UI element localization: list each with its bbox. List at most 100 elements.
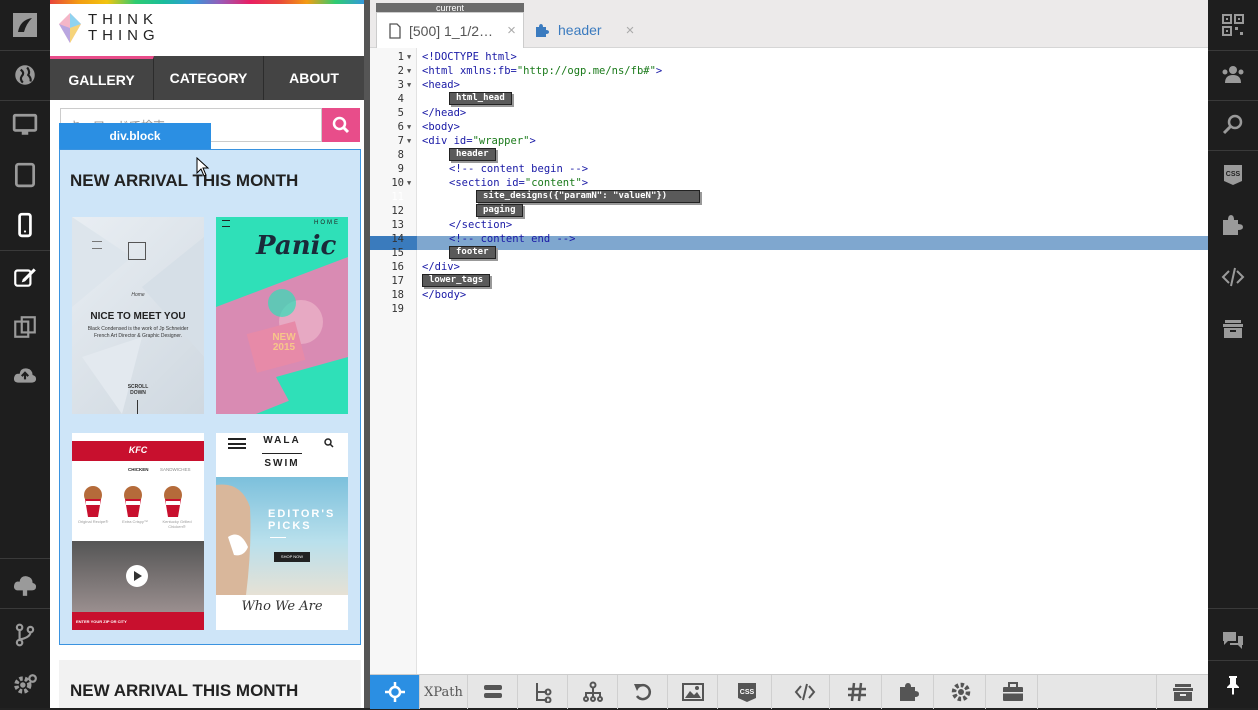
- search-icon: [332, 116, 350, 134]
- line-number[interactable]: 12: [370, 204, 404, 218]
- tab-header-close-icon[interactable]: ×: [626, 22, 635, 39]
- card-4-search-icon: [324, 438, 334, 448]
- line-number[interactable]: 19: [370, 302, 404, 316]
- code-line-6[interactable]: <body>: [370, 120, 1208, 134]
- gallery-card-4[interactable]: WALA SWIM EDITOR'S PICKS SHOP NOW Who We…: [216, 433, 348, 630]
- tablet-icon[interactable]: [0, 150, 50, 200]
- desktop-icon[interactable]: [0, 100, 50, 150]
- briefcase-icon[interactable]: [988, 675, 1038, 709]
- site-search-button[interactable]: [322, 108, 360, 142]
- code-line-13[interactable]: </section>: [370, 218, 1208, 232]
- sitemap-icon[interactable]: [568, 675, 618, 709]
- gallery-card-1[interactable]: Home NICE TO MEET YOU Black Condensed is…: [72, 217, 204, 414]
- code-line-10[interactable]: <section id="content">: [370, 176, 1208, 190]
- image-icon[interactable]: [668, 675, 718, 709]
- card-3-item-3: Kentucky Grilled Chicken®: [162, 519, 192, 529]
- nav-gallery[interactable]: GALLERY: [50, 56, 154, 100]
- pin-icon[interactable]: [1208, 660, 1258, 710]
- code-line-5[interactable]: </head>: [370, 106, 1208, 120]
- play-icon[interactable]: [126, 565, 148, 587]
- css-file-icon[interactable]: CSS: [1208, 150, 1258, 200]
- nav-category[interactable]: CATEGORY: [154, 56, 264, 100]
- branch-icon[interactable]: [0, 610, 50, 660]
- code-text: <!DOCTYPE html>: [422, 51, 517, 63]
- gallery-card-3[interactable]: KFC CHICKEN SANDWICHES Original Recipe® …: [72, 433, 204, 630]
- code-line-14[interactable]: <!-- content end -->: [370, 232, 1208, 246]
- tab-current-file[interactable]: [500] 1_1/2… ×: [376, 12, 524, 48]
- chat-icon[interactable]: [1208, 615, 1258, 665]
- pill-paging[interactable]: paging: [476, 204, 523, 217]
- section-title: NEW ARRIVAL THIS MONTH: [70, 171, 299, 190]
- code-icon[interactable]: [780, 675, 830, 709]
- hash-icon[interactable]: [832, 675, 882, 709]
- card-4-shop-button[interactable]: SHOP NOW: [274, 552, 310, 562]
- code-line-7[interactable]: <div id="wrapper">: [370, 134, 1208, 148]
- line-number[interactable]: 17: [370, 274, 404, 288]
- site-logo[interactable]: THINK THING: [58, 12, 160, 44]
- pill-footer[interactable]: footer: [449, 246, 496, 259]
- card-3-video[interactable]: [72, 541, 204, 612]
- right-sidebar: CSS: [1208, 0, 1258, 708]
- puzzle-icon[interactable]: [884, 675, 934, 709]
- card-4-model: [216, 484, 251, 595]
- card-3-tab-1: CHICKEN: [128, 467, 149, 472]
- code-tag: <div: [422, 135, 454, 147]
- code-line-18[interactable]: </body>: [370, 288, 1208, 302]
- logo-icon[interactable]: [0, 0, 50, 50]
- css-icon[interactable]: CSS: [722, 675, 772, 709]
- code-string: "content": [524, 177, 582, 189]
- tree-icon[interactable]: [518, 675, 568, 709]
- stack-icon[interactable]: [468, 675, 518, 709]
- code-line-9[interactable]: <!-- content begin -->: [370, 162, 1208, 176]
- editor-tabs: current [500] 1_1/2… × header ×: [370, 0, 1208, 48]
- edit-icon[interactable]: [0, 252, 50, 302]
- code-line-1[interactable]: <!DOCTYPE html>: [370, 50, 1208, 64]
- code-icon[interactable]: [1208, 252, 1258, 302]
- users-icon[interactable]: [1208, 50, 1258, 100]
- globe-icon[interactable]: [0, 50, 50, 100]
- undo-icon[interactable]: [618, 675, 668, 709]
- mobile-icon[interactable]: [0, 200, 50, 250]
- tab-header[interactable]: header ×: [534, 12, 634, 48]
- card-4-hero[interactable]: EDITOR'S PICKS SHOP NOW: [216, 477, 348, 595]
- code-line-16[interactable]: </div>: [370, 260, 1208, 274]
- copy-icon[interactable]: [0, 302, 50, 352]
- code-line-3[interactable]: <head>: [370, 78, 1208, 92]
- tab-current-label: [500] 1_1/2…: [409, 22, 494, 39]
- gallery-card-2[interactable]: HOME Panic NEW 2015: [216, 217, 348, 414]
- line-number[interactable]: 8: [370, 148, 404, 162]
- move-icon[interactable]: [370, 675, 420, 709]
- line-number-row: 8: [370, 148, 1208, 162]
- nav-about[interactable]: ABOUT: [264, 56, 364, 100]
- gear-icon[interactable]: [936, 675, 986, 709]
- code-line-2[interactable]: <html xmlns:fb="http://ogp.me/ns/fb#">: [370, 64, 1208, 78]
- archive-icon[interactable]: [1208, 304, 1258, 354]
- code-editor[interactable]: 1 ▼ 2 ▼ 3 ▼ 4 5 6 ▼ 7 ▼ 8 9 10 ▼ 11 12 13 14 15 16 17 18 19 <!DO…: [370, 48, 1208, 674]
- block-tag-label[interactable]: div.block: [59, 123, 211, 149]
- code-string: "wrapper": [472, 135, 530, 147]
- line-number[interactable]: 11: [370, 190, 404, 204]
- line-number[interactable]: 4: [370, 92, 404, 106]
- cloud-publish-icon[interactable]: [0, 560, 50, 610]
- qr-icon[interactable]: [1208, 0, 1258, 50]
- pill-site-designs[interactable]: site_designs({"paramN": "valueN"}): [476, 190, 700, 203]
- code-tag: <section: [449, 177, 506, 189]
- card-1-top: Home: [131, 292, 145, 298]
- diamond-logo-icon: [59, 13, 81, 43]
- pill-header[interactable]: header: [449, 148, 496, 161]
- pill-lower-tags[interactable]: lower_tags: [422, 274, 491, 287]
- settings-icon[interactable]: [0, 660, 50, 710]
- rainbow-bar: [50, 0, 364, 4]
- archive-icon[interactable]: [1156, 675, 1208, 709]
- pill-html-head[interactable]: html_head: [449, 92, 512, 105]
- bottom-toolbar: XPath CSS: [370, 674, 1208, 709]
- tab-current-close-icon[interactable]: ×: [507, 22, 516, 39]
- code-tag: >: [655, 65, 663, 77]
- code-text: </div>: [422, 261, 460, 273]
- xpath-button[interactable]: XPath: [420, 675, 468, 709]
- line-number[interactable]: 15: [370, 246, 404, 260]
- puzzle-icon[interactable]: [1208, 200, 1258, 250]
- search-icon[interactable]: [1208, 100, 1258, 150]
- cloud-upload-icon[interactable]: [0, 350, 50, 400]
- code-tag: >: [581, 177, 589, 189]
